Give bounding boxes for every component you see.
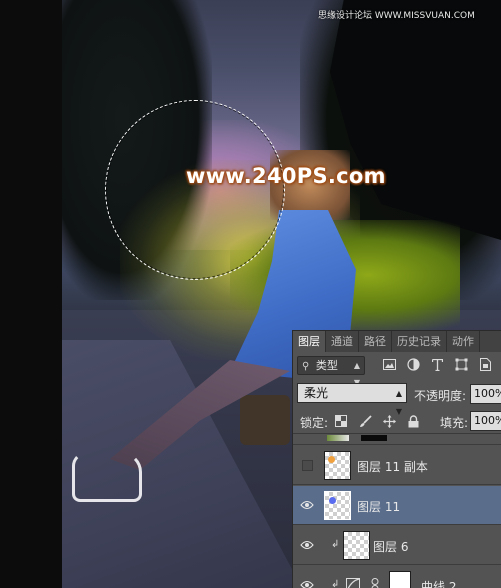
layer-name[interactable]: 图层 6 xyxy=(373,538,408,555)
eye-icon[interactable] xyxy=(300,579,314,588)
tree-stump xyxy=(240,395,290,445)
tab-layers[interactable]: 图层 xyxy=(293,331,326,352)
layer-filter-row: ⚲ 类型 ▲▼ xyxy=(293,353,501,387)
blend-mode-value: 柔光 xyxy=(304,386,329,400)
tab-channels[interactable]: 通道 xyxy=(326,331,359,352)
blend-row: 柔光 ▲▼ 不透明度: 100% xyxy=(293,381,501,416)
fill-label: 填充: xyxy=(440,416,469,430)
layer-kind-select[interactable]: ⚲ 类型 ▲▼ xyxy=(297,356,365,387)
clipping-mask-arrow-icon: ↲ xyxy=(331,579,340,588)
tab-history[interactable]: 历史记录 xyxy=(392,331,447,352)
layer-mask-thumbnail xyxy=(389,571,411,588)
clipping-mask-arrow-icon: ↲ xyxy=(331,539,340,550)
curves-adjustment-icon xyxy=(346,578,360,588)
layer-row[interactable]: 图层 11 副本 xyxy=(293,446,501,485)
layer-thumbnail xyxy=(327,435,349,441)
blend-mode-select[interactable]: 柔光 ▲ ▼ xyxy=(297,383,407,416)
layer-row-partial[interactable] xyxy=(293,435,501,445)
eye-icon[interactable] xyxy=(300,499,314,511)
smart-object-filter-icon[interactable] xyxy=(479,357,492,372)
opacity-label: 不透明度: xyxy=(414,389,467,403)
link-chain-icon[interactable] xyxy=(370,578,380,588)
lock-label: 锁定: xyxy=(300,416,329,430)
thumbnail-dot xyxy=(329,497,336,504)
lock-paint-icon[interactable] xyxy=(358,414,372,428)
layers-panel: 图层 通道 路径 历史记录 动作 ⚲ 类型 ▲▼ xyxy=(292,330,501,588)
layer-list: 图层 11 副本 图层 11 ↲ 图层 6 ↲ 曲线 2 xyxy=(293,435,501,588)
lock-all-icon[interactable] xyxy=(406,414,420,428)
shape-filter-icon[interactable] xyxy=(455,357,468,372)
canvas-left-margin xyxy=(0,0,62,588)
tab-paths[interactable]: 路径 xyxy=(359,331,392,352)
layer-thumbnail xyxy=(324,491,351,520)
lock-transparent-icon[interactable] xyxy=(334,414,348,428)
type-filter-icon[interactable] xyxy=(431,357,444,372)
watermark-main: www.240PS.com xyxy=(186,164,386,188)
visibility-off-box xyxy=(301,459,313,471)
search-icon: ⚲ xyxy=(302,361,310,372)
layer-name[interactable]: 图层 11 副本 xyxy=(357,458,428,475)
panel-tabs: 图层 通道 路径 历史记录 动作 xyxy=(293,331,501,352)
thumbnail-dot xyxy=(328,456,335,463)
visibility-toggle[interactable] xyxy=(300,459,314,471)
eye-icon[interactable] xyxy=(300,539,314,551)
layer-row[interactable]: ↲ 图层 6 xyxy=(293,526,501,565)
layer-row[interactable]: ↲ 曲线 2 xyxy=(293,566,501,588)
watermark-top: 思缘设计论坛 WWW.MISSVUAN.COM xyxy=(318,11,475,21)
elliptical-selection[interactable] xyxy=(105,100,285,280)
lock-move-icon[interactable] xyxy=(382,414,396,428)
layer-name[interactable]: 图层 11 xyxy=(357,498,400,515)
layer-name[interactable]: 曲线 2 xyxy=(421,578,456,588)
layer-row-selected[interactable]: 图层 11 xyxy=(293,486,501,525)
adjustment-filter-icon[interactable] xyxy=(407,357,420,372)
layer-thumbnail xyxy=(343,531,370,560)
layer-mask-thumbnail xyxy=(361,435,387,441)
tab-actions[interactable]: 动作 xyxy=(447,331,480,352)
image-filter-icon[interactable] xyxy=(383,357,396,372)
opacity-input[interactable]: 100% xyxy=(470,384,501,404)
shoe xyxy=(72,452,142,502)
lock-row: 锁定: 填充: 100% xyxy=(293,408,501,434)
fill-input[interactable]: 100% xyxy=(470,411,501,431)
layer-thumbnail xyxy=(324,451,351,480)
layer-kind-label: 类型 xyxy=(315,359,338,372)
